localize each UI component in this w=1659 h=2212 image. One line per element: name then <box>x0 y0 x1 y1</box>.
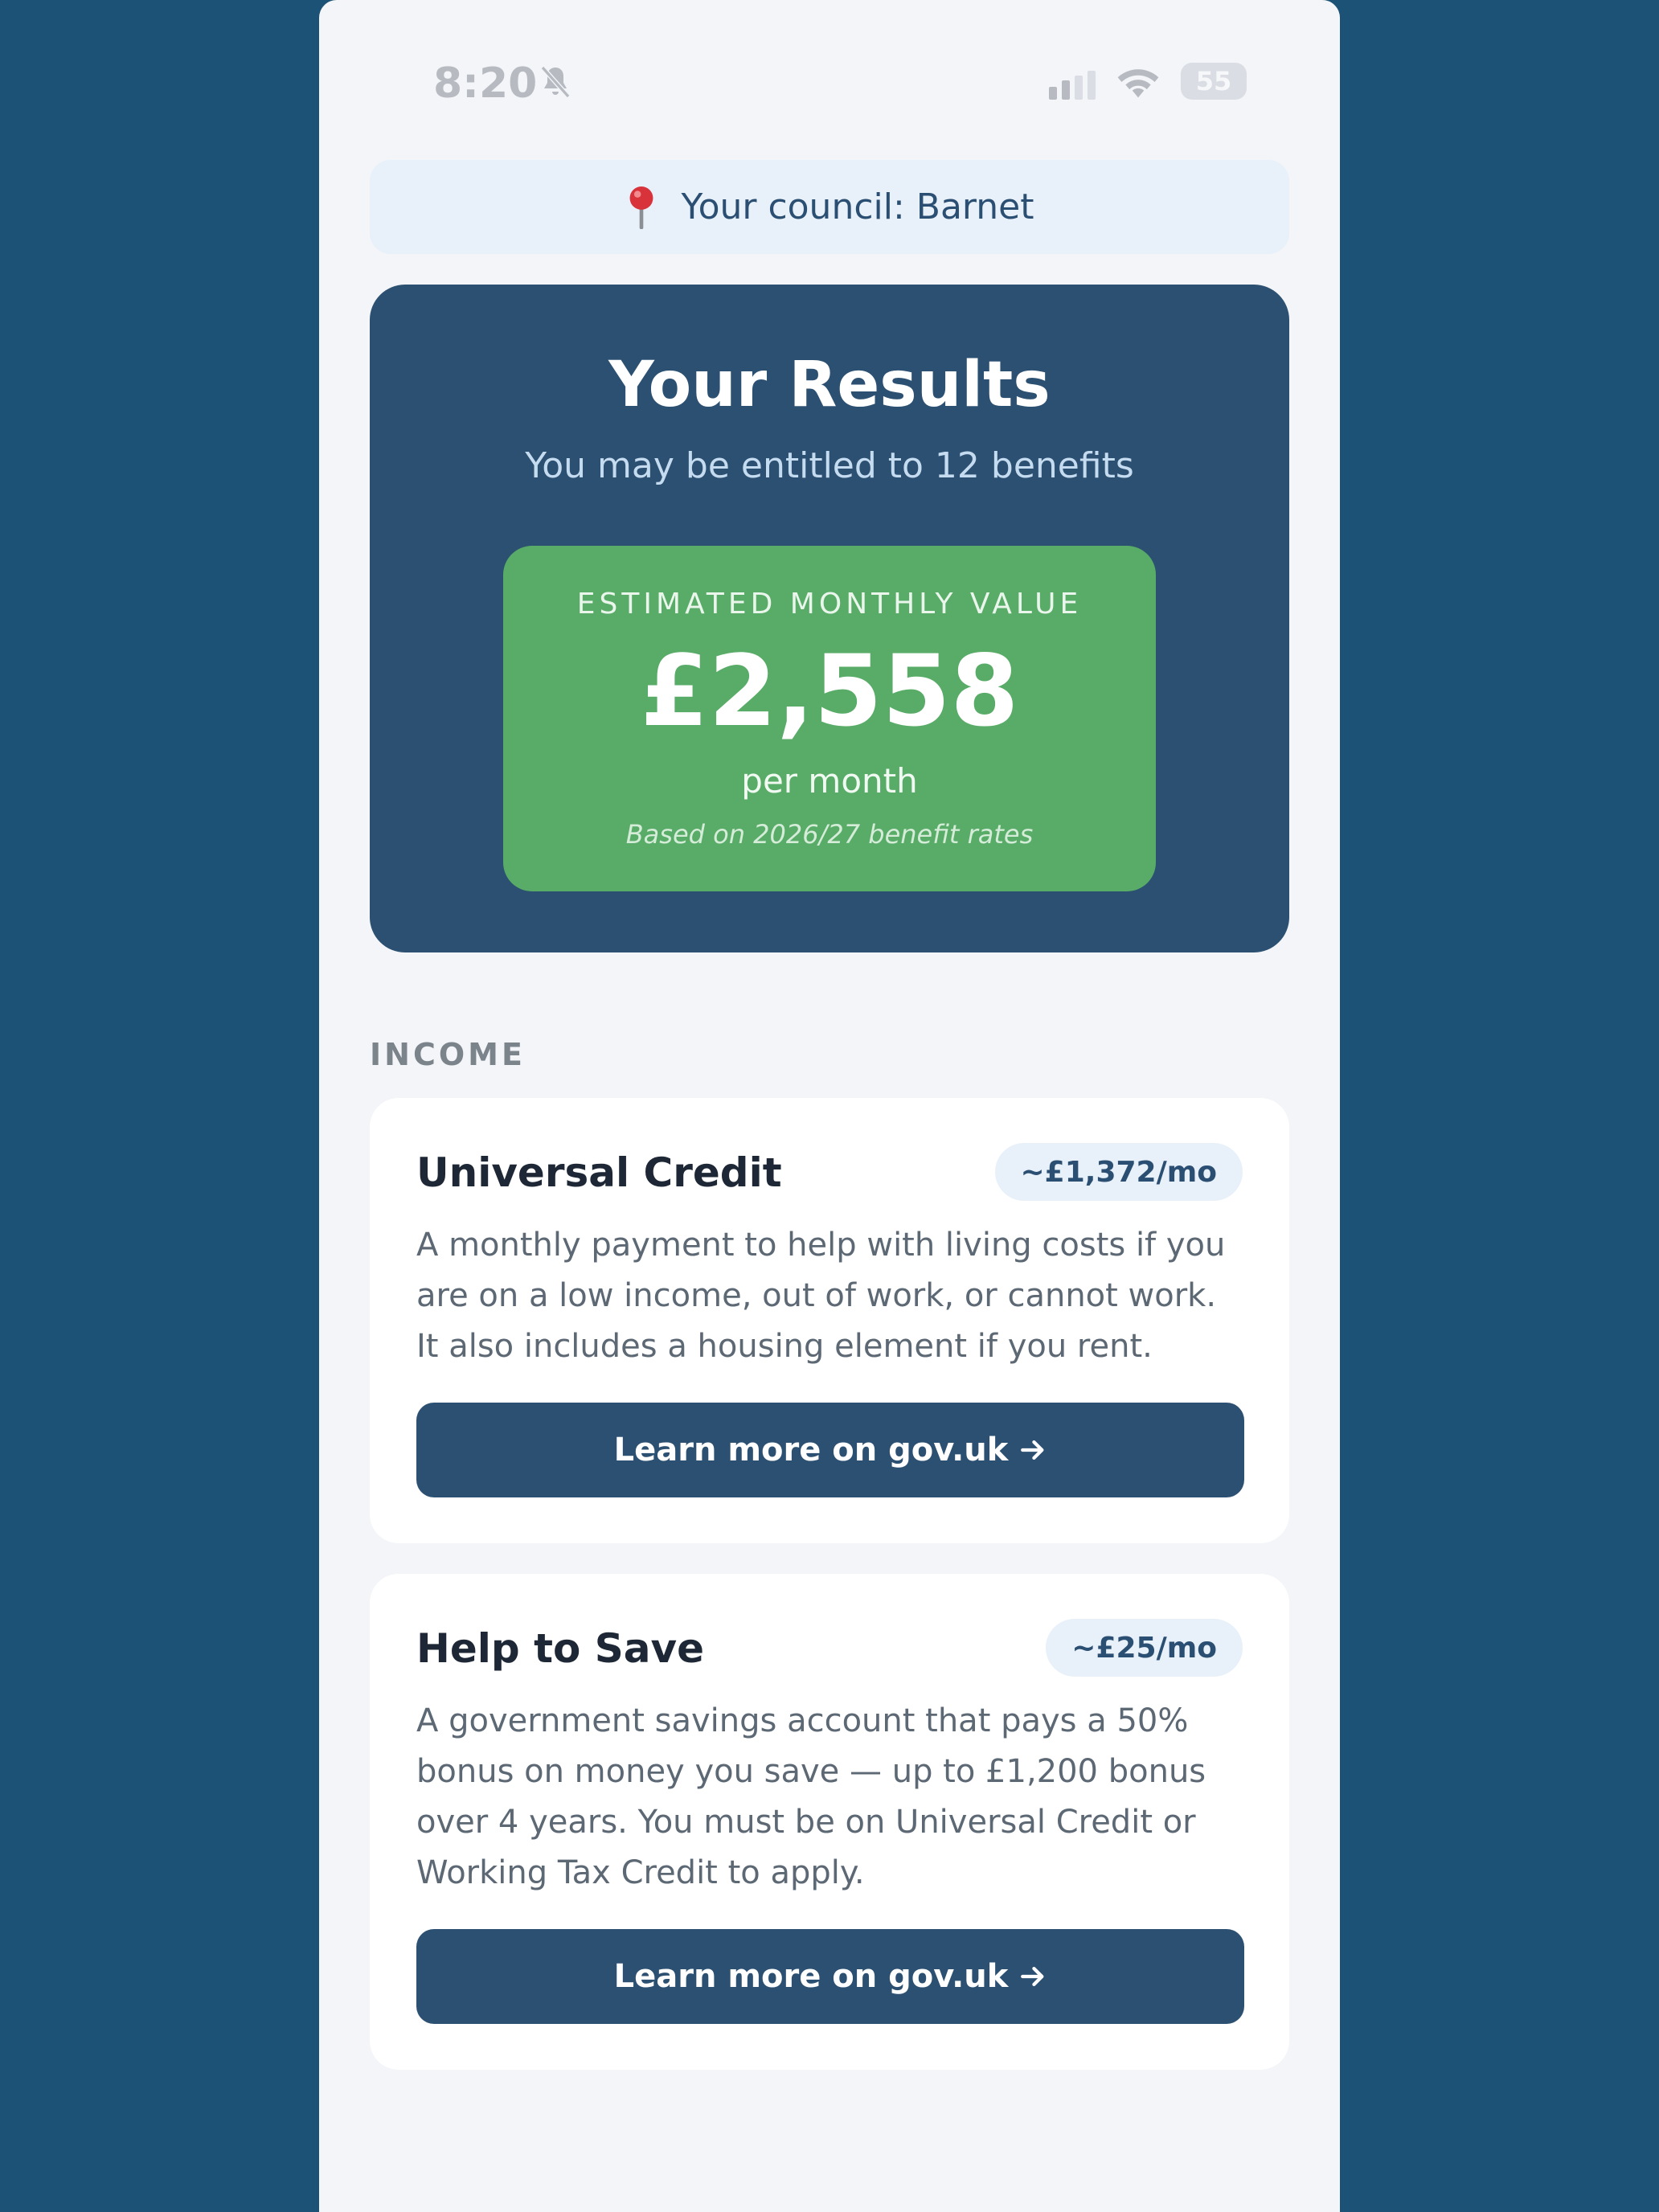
council-banner: Your council: Barnet <box>370 160 1289 254</box>
estimated-value-amount: £2,558 <box>640 634 1019 748</box>
arrow-right-icon <box>1021 1440 1044 1460</box>
results-title: Your Results <box>608 349 1051 421</box>
results-subtitle: You may be entitled to 12 benefits <box>525 445 1134 486</box>
learn-more-label: Learn more on gov.uk <box>613 1958 1009 1995</box>
benefit-title: Universal Credit <box>416 1149 782 1196</box>
benefit-amount-badge: ~£25/mo <box>1046 1619 1243 1677</box>
battery-icon: 55 <box>1181 63 1247 100</box>
signal-icon <box>1049 71 1096 100</box>
council-label: Your council: Barnet <box>681 186 1034 227</box>
bell-slash-icon <box>540 66 571 98</box>
estimated-value-period: per month <box>741 761 918 801</box>
estimated-value-box: ESTIMATED MONTHLY VALUE £2,558 per month… <box>503 546 1156 891</box>
wifi-icon <box>1117 69 1159 98</box>
learn-more-label: Learn more on gov.uk <box>613 1432 1009 1469</box>
section-heading-income: INCOME <box>370 1037 526 1072</box>
estimated-value-note: Based on 2026/27 benefit rates <box>625 819 1034 850</box>
status-time: 8:20 <box>433 59 538 108</box>
benefit-card-universal-credit: Universal Credit ~£1,372/mo A monthly pa… <box>370 1098 1289 1543</box>
benefit-card-help-to-save: Help to Save ~£25/mo A government saving… <box>370 1574 1289 2070</box>
status-bar: 8:20 55 <box>319 0 1340 145</box>
battery-level: 55 <box>1195 66 1232 96</box>
benefit-amount-badge: ~£1,372/mo <box>994 1143 1243 1201</box>
learn-more-button[interactable]: Learn more on gov.uk <box>416 1929 1244 2024</box>
phone-screen: 8:20 55 Your council: Barnet Your Result… <box>319 0 1340 2212</box>
benefit-title: Help to Save <box>416 1625 705 1672</box>
benefit-description: A monthly payment to help with living co… <box>416 1227 1226 1365</box>
arrow-right-icon <box>1021 1966 1044 1987</box>
estimated-value-label: ESTIMATED MONTHLY VALUE <box>576 588 1083 621</box>
learn-more-button[interactable]: Learn more on gov.uk <box>416 1403 1244 1497</box>
benefit-description: A government savings account that pays a… <box>416 1702 1206 1891</box>
pin-icon <box>629 186 653 229</box>
results-card: Your Results You may be entitled to 12 b… <box>370 285 1289 952</box>
